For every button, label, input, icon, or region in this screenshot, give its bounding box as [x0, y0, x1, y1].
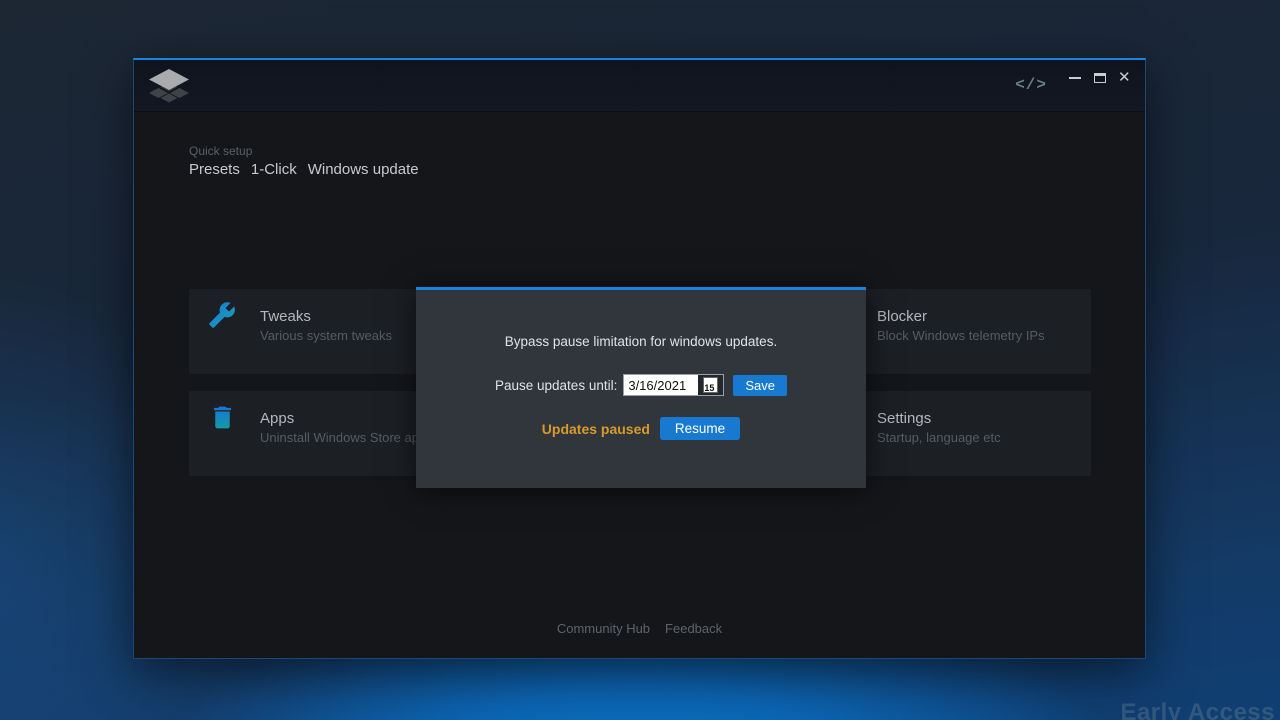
- wrench-icon: [208, 301, 236, 334]
- card-subtitle: Block Windows telemetry IPs: [877, 328, 1045, 343]
- calendar-day-number: 15: [704, 383, 714, 393]
- updates-paused-status: Updates paused: [542, 421, 650, 437]
- close-button[interactable]: ✕: [1117, 70, 1133, 86]
- pause-updates-dialog: Bypass pause limitation for windows upda…: [416, 287, 866, 488]
- early-access-watermark: Early Access: [1120, 699, 1275, 720]
- community-hub-link[interactable]: Community Hub: [557, 621, 650, 636]
- titlebar[interactable]: </> ✕: [134, 60, 1145, 112]
- pause-date-input[interactable]: [624, 375, 698, 395]
- quick-setup-section: Quick setup Presets 1-Click Windows upda…: [189, 144, 419, 178]
- status-row: Updates paused Resume: [416, 417, 866, 440]
- save-button[interactable]: Save: [733, 375, 787, 396]
- quick-setup-tabs: Presets 1-Click Windows update: [189, 161, 419, 178]
- pause-until-row: Pause updates until: 15 Save: [416, 374, 866, 396]
- trash-icon: [208, 403, 237, 437]
- tab-1-click[interactable]: 1-Click: [251, 161, 297, 178]
- calendar-icon: 15: [703, 377, 718, 393]
- app-logo-layers-icon: [146, 67, 192, 112]
- tab-windows-update[interactable]: Windows update: [308, 161, 419, 178]
- card-subtitle: Various system tweaks: [260, 328, 392, 343]
- card-title: Apps: [260, 410, 294, 427]
- resume-button[interactable]: Resume: [660, 417, 740, 440]
- minimize-button[interactable]: [1067, 70, 1083, 86]
- quick-setup-label: Quick setup: [189, 144, 419, 158]
- card-title: Tweaks: [260, 308, 311, 325]
- app-window: </> ✕ Quick setup Presets 1-Click Window…: [133, 58, 1146, 659]
- card-subtitle: Uninstall Windows Store apps: [260, 430, 433, 445]
- tab-presets[interactable]: Presets: [189, 161, 240, 178]
- feedback-link[interactable]: Feedback: [665, 621, 722, 636]
- dialog-message: Bypass pause limitation for windows upda…: [416, 334, 866, 349]
- window-controls: ✕: [1067, 70, 1133, 86]
- date-picker-group: 15: [623, 374, 724, 396]
- calendar-picker-button[interactable]: 15: [698, 375, 723, 395]
- debug-console-icon[interactable]: </>: [1015, 76, 1047, 94]
- maximize-button[interactable]: [1092, 70, 1108, 86]
- card-subtitle: Startup, language etc: [877, 430, 1001, 445]
- card-title: Blocker: [877, 308, 927, 325]
- card-title: Settings: [877, 410, 931, 427]
- footer: Community Hub Feedback: [134, 621, 1145, 636]
- pause-until-label: Pause updates until:: [495, 378, 617, 393]
